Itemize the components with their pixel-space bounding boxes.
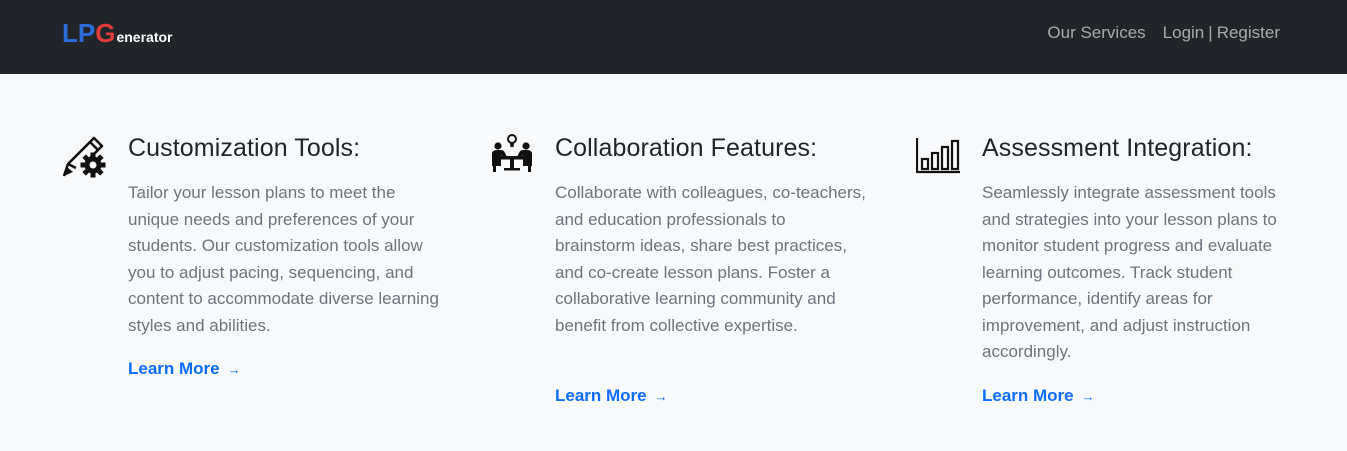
logo-link[interactable]: LP G enerator [62, 20, 173, 50]
learn-more-label: Learn More [555, 386, 647, 405]
learn-more-label: Learn More [982, 386, 1074, 405]
feature-description: Collaborate with colleagues, co-teachers… [555, 183, 866, 335]
feature-description: Tailor your lesson plans to meet the uni… [128, 183, 439, 335]
nav-our-services-link[interactable]: Our Services [1047, 23, 1145, 43]
nav-register-link[interactable]: Register [1217, 23, 1280, 43]
arrow-right-icon: → [227, 361, 241, 377]
logo-lp: LP [62, 18, 96, 48]
nav-login-link[interactable]: Login [1163, 23, 1205, 43]
arrow-right-icon: → [1081, 388, 1095, 404]
logo-enerator: enerator [116, 29, 173, 45]
nav-separator: | [1208, 23, 1213, 42]
team-meeting-icon [489, 132, 535, 178]
logo-g: G [95, 18, 116, 48]
learn-more-label: Learn More [128, 359, 220, 378]
arrow-right-icon: → [654, 388, 668, 404]
feature-title: Assessment Integration: [982, 134, 1253, 162]
nav-links: Our Services Login | Register [1047, 23, 1280, 43]
learn-more-link[interactable]: Learn More → [982, 386, 1095, 406]
edit-gear-icon [62, 132, 108, 178]
bar-chart-icon [915, 132, 962, 178]
feature-title: Customization Tools: [128, 134, 361, 162]
learn-more-link[interactable]: Learn More → [555, 386, 668, 406]
learn-more-link[interactable]: Learn More → [128, 359, 241, 379]
top-navbar: LP G enerator Our Services Login | Regis… [0, 0, 1347, 74]
feature-title: Collaboration Features: [555, 134, 818, 162]
feature-description: Seamlessly integrate assessment tools an… [982, 183, 1277, 361]
